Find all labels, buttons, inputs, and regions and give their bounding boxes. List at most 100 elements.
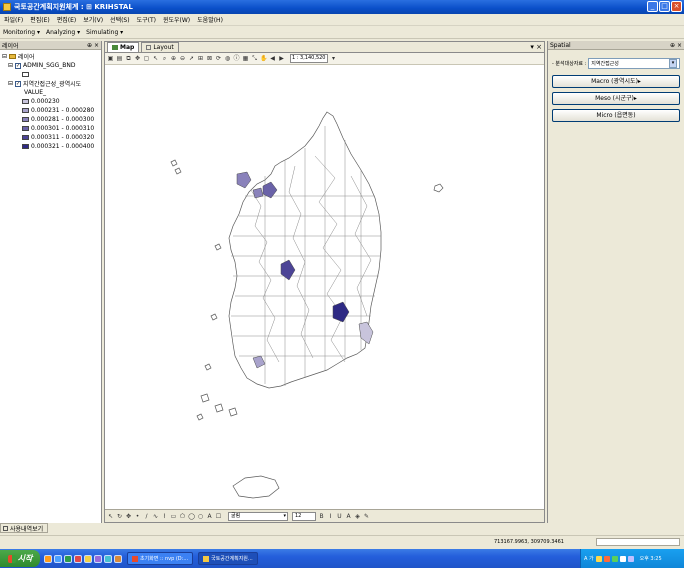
app-icon[interactable] xyxy=(64,554,72,563)
underline-icon[interactable]: U xyxy=(336,513,343,520)
measure-icon[interactable]: ⤡ xyxy=(251,55,258,62)
close-button[interactable]: × xyxy=(671,1,682,12)
bold-icon[interactable]: B xyxy=(318,513,325,520)
full-extent-icon[interactable]: ⊞ xyxy=(197,55,204,62)
network-icon[interactable] xyxy=(627,555,634,562)
legend-swatch xyxy=(22,126,29,131)
layer-admin[interactable]: ⊟ ✓ ADMIN_SGG_BND xyxy=(2,61,99,70)
globe-icon[interactable]: ◍ xyxy=(224,55,231,62)
collapse-icon[interactable]: ⊟ xyxy=(8,80,13,87)
curve-icon[interactable]: ∿ xyxy=(152,513,159,520)
point-icon[interactable]: • xyxy=(134,513,141,520)
select-arrow-icon[interactable]: ➚ xyxy=(188,55,195,62)
maximize-button[interactable]: □ xyxy=(659,1,670,12)
ellipse-icon[interactable]: ◯ xyxy=(188,513,195,520)
minimize-button[interactable]: _ xyxy=(647,1,658,12)
monitoring-menu[interactable]: Monitoring ▾ xyxy=(3,29,40,36)
collapse-icon[interactable]: ⊟ xyxy=(8,62,13,69)
menu-tools[interactable]: 도구(T) xyxy=(137,15,156,24)
info-icon[interactable]: ⓘ xyxy=(233,55,240,62)
pane-controls[interactable]: ⊕ × xyxy=(670,42,682,49)
line-icon[interactable]: ∕ xyxy=(143,513,150,520)
rotate-icon[interactable]: ↻ xyxy=(116,513,123,520)
copy-icon[interactable]: ⧉ xyxy=(125,55,132,62)
taskbar-item-browser[interactable]: 초기화면 :: nvp (D:... xyxy=(127,552,194,565)
tray-icon[interactable] xyxy=(595,555,602,562)
back-icon[interactable]: ◀ xyxy=(269,55,276,62)
tool-icon[interactable] xyxy=(94,554,102,563)
tab-layout[interactable]: Layout xyxy=(141,42,179,52)
zoom-out-icon[interactable]: ⊖ xyxy=(179,55,186,62)
menu-edit[interactable]: 편집(E) xyxy=(30,15,50,24)
select-icon[interactable]: ▢ xyxy=(143,55,150,62)
refresh-icon[interactable]: ⟳ xyxy=(215,55,222,62)
save-icon[interactable]: ▣ xyxy=(107,55,114,62)
menu-bar: 파일(F) 편집(E) 편집(E) 보기(V) 선택(S) 도구(T) 윈도우(… xyxy=(0,14,684,26)
hand-icon[interactable]: ✋ xyxy=(260,55,267,62)
analysis-target-select[interactable]: 지역간접근성 ▾ xyxy=(588,58,680,69)
document-icon[interactable] xyxy=(114,554,122,563)
pan-icon[interactable]: ✥ xyxy=(125,513,132,520)
browser-icon xyxy=(132,555,138,562)
start-button[interactable]: 시작 xyxy=(0,550,40,567)
tab-map[interactable]: Map xyxy=(107,42,140,52)
grid-icon[interactable]: ▦ xyxy=(242,55,249,62)
map-tab-bar: Map Layout ▾ × xyxy=(105,42,544,53)
pan-icon[interactable]: ✥ xyxy=(134,55,141,62)
media-icon[interactable] xyxy=(74,554,82,563)
scale-field[interactable]: 1 : 3,140,520 xyxy=(290,54,328,63)
map-canvas[interactable] xyxy=(105,66,544,510)
explorer-icon[interactable] xyxy=(54,554,62,563)
chevron-down-icon[interactable]: ▾ xyxy=(669,59,677,68)
layer-accessibility[interactable]: ⊟ ✓ 지역간접근성_광역시도 xyxy=(2,79,99,88)
polygon-icon[interactable]: ⬠ xyxy=(179,513,186,520)
line-color-icon[interactable]: ✎ xyxy=(363,513,370,520)
layer-visibility-checkbox[interactable]: ✓ xyxy=(15,62,21,69)
menu-edit-2[interactable]: 편집(E) xyxy=(57,15,77,24)
usage-history-tab[interactable]: 사용내역보기 xyxy=(0,523,48,533)
zoom-in-icon[interactable]: ⊕ xyxy=(170,55,177,62)
ime-indicator[interactable]: A 가 xyxy=(584,555,594,562)
zoom-icon[interactable]: ⌕ xyxy=(161,55,168,62)
west-island-3 xyxy=(214,243,222,251)
rectangle-icon[interactable]: ▭ xyxy=(170,513,177,520)
print-icon[interactable]: ▤ xyxy=(116,55,123,62)
callout-icon[interactable]: ☐ xyxy=(215,513,222,520)
tray-icon[interactable] xyxy=(603,555,610,562)
macro-button[interactable]: Macro (광역시도)▸ xyxy=(552,75,680,88)
taskbar-item-app[interactable]: 국토공간계획지원... xyxy=(198,552,258,565)
layer-group[interactable]: ⊟ 레이어 xyxy=(2,52,99,61)
micro-button[interactable]: Micro (읍면동) xyxy=(552,109,680,122)
circle-icon[interactable]: ○ xyxy=(197,513,204,520)
scale-dropdown-icon[interactable]: ▾ xyxy=(330,55,337,62)
forward-icon[interactable]: ▶ xyxy=(278,55,285,62)
map-tab-icon xyxy=(112,45,118,50)
browser-icon[interactable] xyxy=(44,554,52,563)
pane-controls[interactable]: ⊕ × xyxy=(87,42,99,49)
polyline-icon[interactable]: ⌇ xyxy=(161,513,168,520)
font-size-select[interactable]: 12 xyxy=(292,511,316,521)
pointer-icon[interactable]: ↖ xyxy=(152,55,159,62)
menu-help[interactable]: 도움말(H) xyxy=(197,15,223,24)
volume-icon[interactable] xyxy=(619,555,626,562)
map-tab-controls[interactable]: ▾ × xyxy=(530,43,542,51)
fill-color-icon[interactable]: ◈ xyxy=(354,513,361,520)
menu-view[interactable]: 보기(V) xyxy=(83,15,103,24)
simulating-menu[interactable]: Simulating ▾ xyxy=(86,29,123,36)
tray-icon[interactable] xyxy=(611,555,618,562)
folder-icon[interactable] xyxy=(84,554,92,563)
network-icon[interactable] xyxy=(104,554,112,563)
menu-window[interactable]: 윈도우(W) xyxy=(163,15,190,24)
italic-icon[interactable]: I xyxy=(327,513,334,520)
layer-visibility-checkbox[interactable]: ✓ xyxy=(15,80,21,87)
analyzing-menu[interactable]: Analyzing ▾ xyxy=(46,29,80,36)
collapse-icon[interactable]: ⊟ xyxy=(2,53,7,60)
menu-select[interactable]: 선택(S) xyxy=(110,15,130,24)
text-icon[interactable]: A xyxy=(206,513,213,520)
meso-button[interactable]: Meso (시군구)▸ xyxy=(552,92,680,105)
font-color-icon[interactable]: A xyxy=(345,513,352,520)
arrow-icon[interactable]: ↖ xyxy=(107,513,114,520)
menu-file[interactable]: 파일(F) xyxy=(4,15,23,24)
clear-selection-icon[interactable]: ⊠ xyxy=(206,55,213,62)
font-select[interactable]: 굴림 ▾ xyxy=(228,511,288,521)
